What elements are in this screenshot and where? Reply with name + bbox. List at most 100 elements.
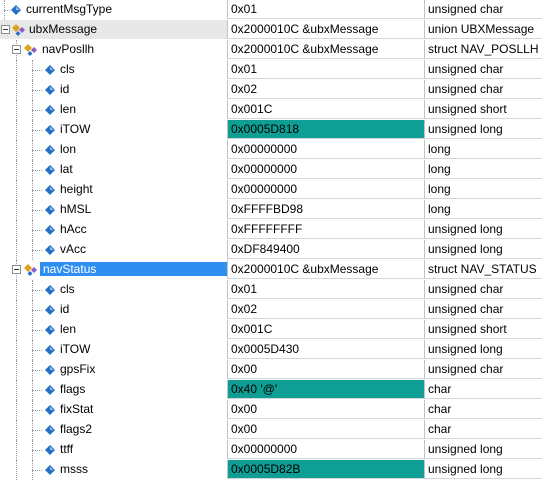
name-cell[interactable]: navStatus <box>0 260 227 280</box>
tree-line <box>16 120 17 140</box>
value-cell[interactable]: 0x00000000 <box>227 160 424 179</box>
watch-row[interactable]: currentMsgType 0x01 unsigned char <box>0 0 542 20</box>
value-cell[interactable]: 0xDF849400 <box>227 240 424 259</box>
type-cell: unsigned short <box>424 320 542 339</box>
variable-name: ttff <box>60 442 74 456</box>
watch-row[interactable]: height 0x00000000 long <box>0 180 542 200</box>
watch-row[interactable]: len 0x001C unsigned short <box>0 320 542 340</box>
value-cell[interactable]: 0x0005D430 <box>227 340 424 359</box>
value-cell[interactable]: 0x00 <box>227 420 424 439</box>
collapse-toggle[interactable] <box>12 45 21 54</box>
variable-value: 0x02 <box>231 82 258 96</box>
name-cell[interactable]: gpsFix <box>0 360 227 380</box>
variable-name: flags <box>60 382 86 396</box>
value-cell[interactable]: 0x0005D82B <box>227 460 424 479</box>
watch-row[interactable]: hAcc 0xFFFFFFFF unsigned long <box>0 220 542 240</box>
value-cell[interactable]: 0x40 '@' <box>227 380 424 399</box>
tree-line <box>32 370 42 371</box>
value-cell[interactable]: 0x01 <box>227 0 424 19</box>
watch-row[interactable]: navPosllh 0x2000010C &ubxMessage struct NA… <box>0 40 542 60</box>
name-cell[interactable]: len <box>0 100 227 120</box>
value-cell[interactable]: 0x2000010C &ubxMessage <box>227 40 424 59</box>
name-cell[interactable]: fixStat <box>0 400 227 420</box>
watch-row[interactable]: iTOW 0x0005D430 unsigned long <box>0 340 542 360</box>
tree-line <box>16 280 17 300</box>
name-cell[interactable]: ttff <box>0 440 227 460</box>
name-cell[interactable]: hMSL <box>0 200 227 220</box>
name-cell[interactable]: navPosllh <box>0 40 227 60</box>
watch-row[interactable]: fixStat 0x00 char <box>0 400 542 420</box>
value-cell[interactable]: 0x2000010C &ubxMessage <box>227 260 424 279</box>
name-cell[interactable]: ubxMessage <box>0 20 227 39</box>
variable-value: 0xFFFFFFFF <box>231 222 303 236</box>
value-cell[interactable]: 0x00 <box>227 400 424 419</box>
variable-value: 0x2000010C &ubxMessage <box>231 42 379 56</box>
watch-row[interactable]: ttff 0x00000000 unsigned long <box>0 440 542 460</box>
watch-row[interactable]: id 0x02 unsigned char <box>0 80 542 100</box>
name-cell[interactable]: msss <box>0 460 227 480</box>
value-cell[interactable]: 0x01 <box>227 280 424 299</box>
watch-row[interactable]: flags2 0x00 char <box>0 420 542 440</box>
variable-type: long <box>428 182 451 196</box>
value-cell[interactable]: 0x00000000 <box>227 440 424 459</box>
variable-value: 0x00000000 <box>231 442 298 456</box>
name-cell[interactable]: flags2 <box>0 420 227 440</box>
name-cell[interactable]: height <box>0 180 227 200</box>
value-cell[interactable]: 0x001C <box>227 100 424 119</box>
watch-row[interactable]: navStatus 0x2000010C &ubxMessage struct NA… <box>0 260 542 280</box>
tree-line <box>32 390 42 391</box>
watch-row[interactable]: gpsFix 0x00 unsigned char <box>0 360 542 380</box>
field-icon <box>44 384 56 396</box>
name-cell[interactable]: flags <box>0 380 227 400</box>
value-cell[interactable]: 0x2000010C &ubxMessage <box>227 20 424 39</box>
watch-row[interactable]: hMSL 0xFFFFBD98 long <box>0 200 542 220</box>
watch-row[interactable]: msss 0x0005D82B unsigned long <box>0 460 542 480</box>
value-cell[interactable]: 0x00000000 <box>227 140 424 159</box>
watch-row[interactable]: ubxMessage 0x2000010C &ubxMessage union UB… <box>0 20 542 40</box>
watch-row[interactable]: cls 0x01 unsigned char <box>0 60 542 80</box>
name-cell[interactable]: vAcc <box>0 240 227 260</box>
collapse-toggle[interactable] <box>1 25 10 34</box>
watch-row[interactable]: lon 0x00000000 long <box>0 140 542 160</box>
value-cell[interactable]: 0x01 <box>227 60 424 79</box>
name-cell[interactable]: currentMsgType <box>0 0 227 20</box>
name-cell[interactable]: len <box>0 320 227 340</box>
name-cell[interactable]: id <box>0 80 227 100</box>
variable-type: unsigned short <box>428 102 507 116</box>
name-cell[interactable]: id <box>0 300 227 320</box>
watch-row[interactable]: flags 0x40 '@' char <box>0 380 542 400</box>
tree-line <box>16 300 17 320</box>
value-cell[interactable]: 0x02 <box>227 80 424 99</box>
value-cell[interactable]: 0x0005D818 <box>227 120 424 139</box>
variable-type: unsigned long <box>428 222 503 236</box>
value-cell[interactable]: 0x02 <box>227 300 424 319</box>
value-cell[interactable]: 0x00000000 <box>227 180 424 199</box>
tree-line <box>32 90 42 91</box>
tree-line <box>32 230 42 231</box>
value-cell[interactable]: 0xFFFFBD98 <box>227 200 424 219</box>
watch-row[interactable]: iTOW 0x0005D818 unsigned long <box>0 120 542 140</box>
variable-type: unsigned char <box>428 82 504 96</box>
watch-row[interactable]: lat 0x00000000 long <box>0 160 542 180</box>
value-cell[interactable]: 0x001C <box>227 320 424 339</box>
watch-row[interactable]: cls 0x01 unsigned char <box>0 280 542 300</box>
name-cell[interactable]: cls <box>0 280 227 300</box>
watch-row[interactable]: id 0x02 unsigned char <box>0 300 542 320</box>
variable-type: unsigned char <box>428 2 504 16</box>
variable-name: len <box>60 102 77 116</box>
variable-type: unsigned long <box>428 442 503 456</box>
name-cell[interactable]: cls <box>0 60 227 80</box>
name-cell[interactable]: hAcc <box>0 220 227 240</box>
variable-value: 0x02 <box>231 302 258 316</box>
variable-name: id <box>60 82 70 96</box>
watch-row[interactable]: len 0x001C unsigned short <box>0 100 542 120</box>
type-cell: unsigned char <box>424 300 542 319</box>
name-cell[interactable]: iTOW <box>0 340 227 360</box>
collapse-toggle[interactable] <box>12 265 21 274</box>
name-cell[interactable]: lon <box>0 140 227 160</box>
value-cell[interactable]: 0xFFFFFFFF <box>227 220 424 239</box>
value-cell[interactable]: 0x00 <box>227 360 424 379</box>
watch-row[interactable]: vAcc 0xDF849400 unsigned long <box>0 240 542 260</box>
name-cell[interactable]: iTOW <box>0 120 227 140</box>
name-cell[interactable]: lat <box>0 160 227 180</box>
